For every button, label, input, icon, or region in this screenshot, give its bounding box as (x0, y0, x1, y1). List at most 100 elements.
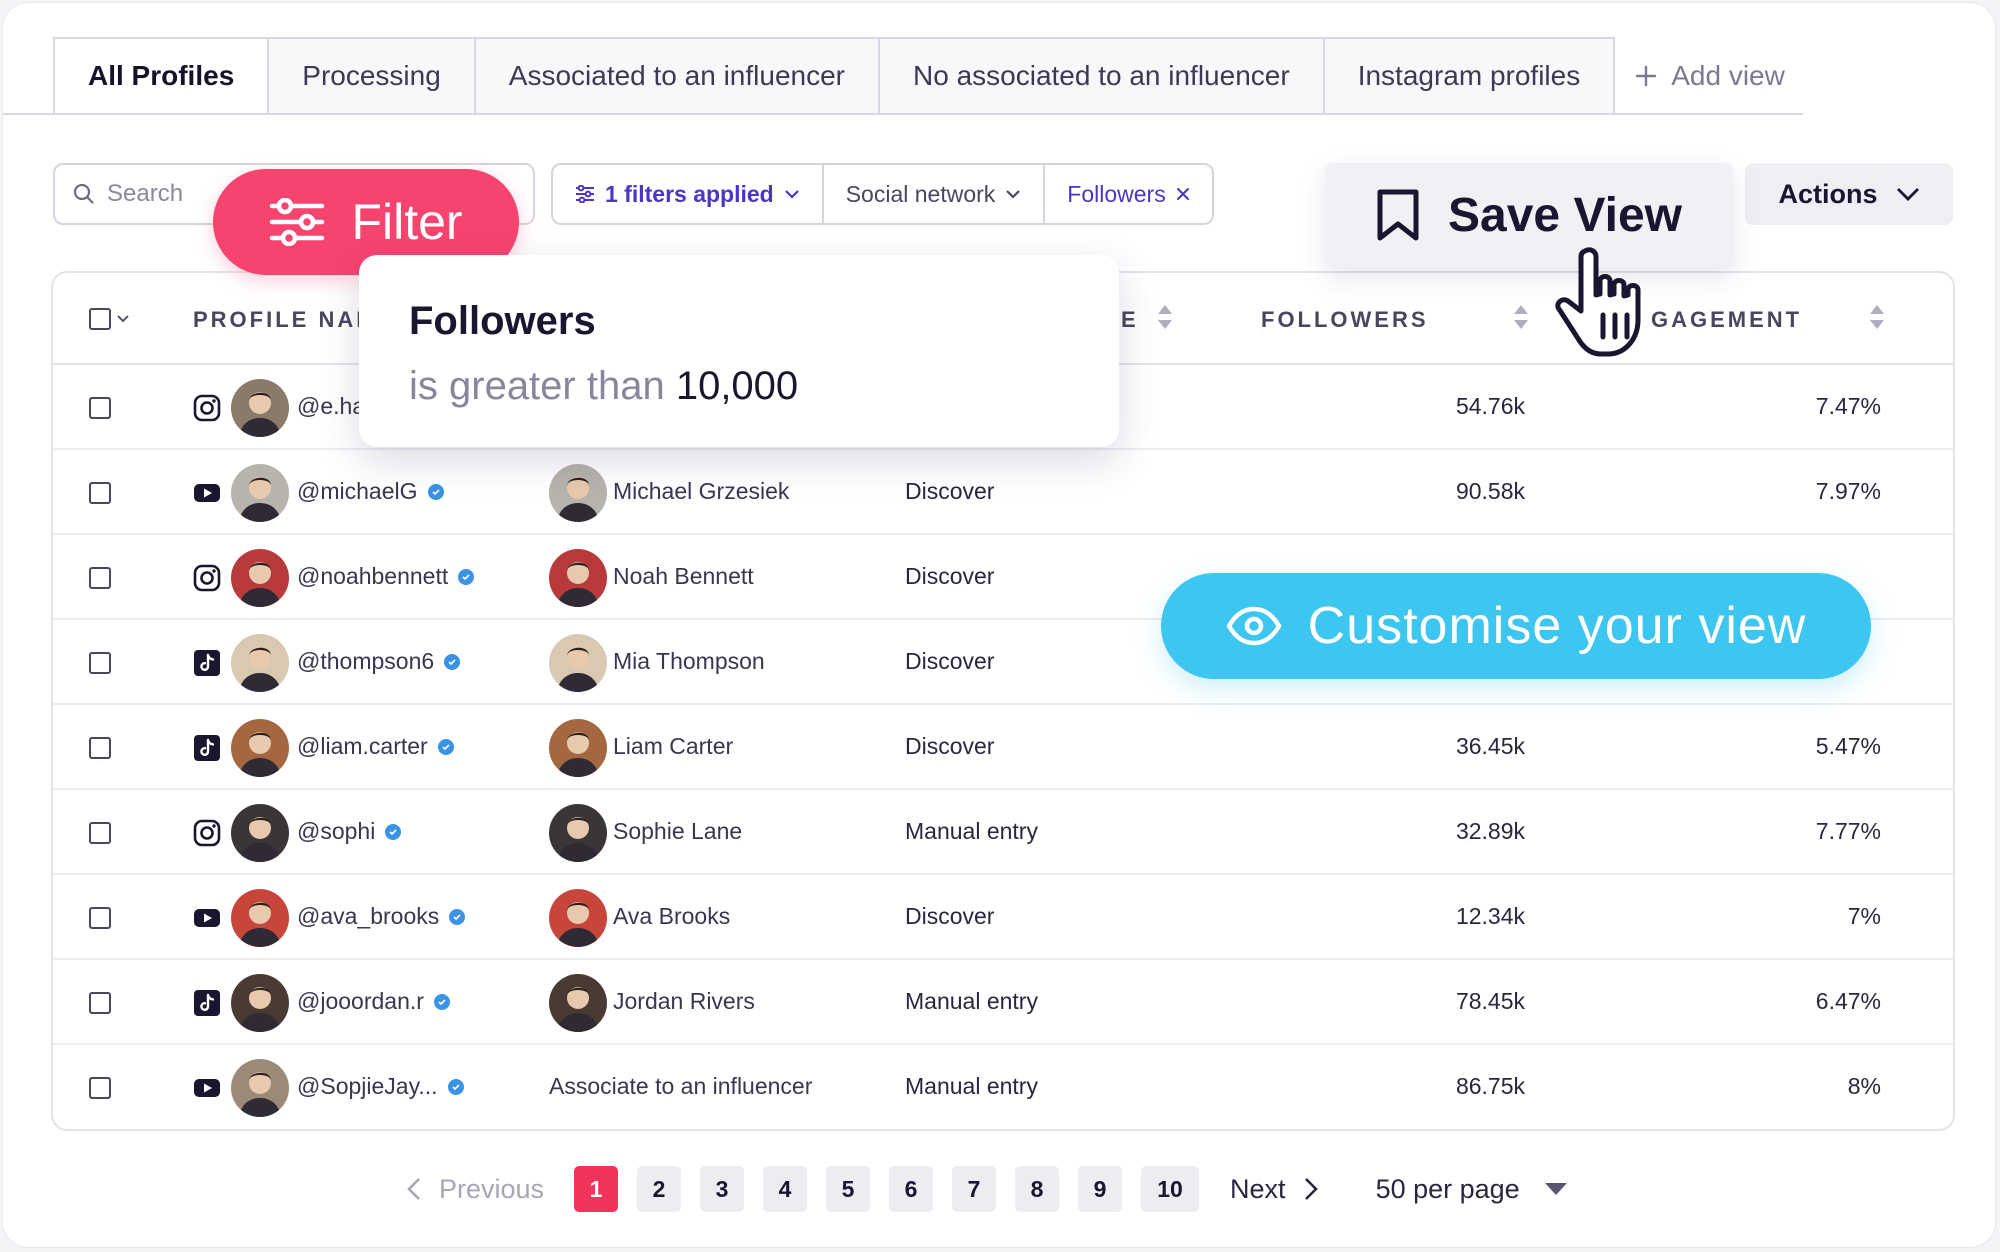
verified-badge-icon (444, 653, 461, 670)
tab-instagram-profiles[interactable]: Instagram profiles (1324, 37, 1616, 115)
influencer-name[interactable]: Associate to an influencer (549, 1073, 812, 1100)
row-checkbox[interactable] (89, 737, 111, 759)
table-row[interactable]: @SopjieJay... Associate to an influencer M… (53, 1045, 1953, 1129)
page-button[interactable]: 3 (700, 1166, 745, 1212)
column-engagement[interactable]: GAGEMENT (1651, 307, 1802, 333)
row-checkbox[interactable] (89, 822, 111, 844)
column-followers[interactable]: FOLLOWERS (1261, 307, 1429, 333)
influencer-name[interactable]: Jordan Rivers (613, 988, 755, 1015)
table-row[interactable]: @liam.carter Liam Carter Discover 36.45k 5.4… (53, 705, 1953, 790)
sort-icon[interactable] (1513, 303, 1529, 331)
social-network-label: Social network (845, 180, 996, 207)
close-icon[interactable] (1176, 187, 1190, 201)
handle-text: @sophi (297, 818, 376, 844)
verified-badge-icon (437, 738, 454, 755)
engagement-cell: 8% (1847, 1073, 1881, 1099)
select-all-checkbox[interactable] (89, 308, 111, 330)
popover-condition: is greater than 10,000 (409, 364, 1069, 409)
page-button[interactable]: 5 (826, 1166, 871, 1212)
next-page-button[interactable]: Next (1230, 1174, 1318, 1205)
influencer-name[interactable]: Liam Carter (613, 733, 733, 760)
profile-handle[interactable]: @thompson6 (297, 648, 461, 675)
table-row[interactable]: @michaelG Michael Grzesiek Discover 90.58k 7… (53, 450, 1953, 535)
influencer-name[interactable]: Mia Thompson (613, 648, 765, 675)
profile-handle[interactable]: @SopjieJay... (297, 1073, 464, 1100)
actions-dropdown[interactable]: Actions (1745, 163, 1953, 225)
app-window: All Profiles Processing Associated to an… (2, 2, 1996, 1248)
youtube-icon (194, 1079, 220, 1097)
add-view-button[interactable]: Add view (1615, 37, 1805, 115)
profile-handle[interactable]: @noahbennett (297, 563, 475, 590)
row-checkbox[interactable] (89, 397, 111, 419)
save-view-button[interactable]: Save View (1325, 163, 1733, 267)
handle-text: @thompson6 (297, 648, 435, 674)
followers-filter-chip[interactable]: Followers (1045, 165, 1211, 223)
profile-handle[interactable]: @michaelG (297, 478, 444, 505)
source-cell: Discover (905, 478, 995, 504)
profile-handle[interactable]: @jooordan.r (297, 988, 450, 1015)
instagram-icon (193, 819, 221, 847)
page-button[interactable]: 6 (889, 1166, 934, 1212)
table-row[interactable]: @jooordan.r Jordan Rivers Manual entry 78.4… (53, 960, 1953, 1045)
influencer-avatar (549, 889, 607, 947)
tab-divider (3, 113, 1803, 115)
page-button[interactable]: 7 (952, 1166, 997, 1212)
instagram-icon (193, 394, 221, 422)
actions-label: Actions (1778, 178, 1878, 209)
influencer-name[interactable]: Ava Brooks (613, 903, 730, 930)
chevron-left-icon (407, 1178, 420, 1200)
previous-page-button[interactable]: Previous (407, 1174, 544, 1205)
profile-handle[interactable]: @e.ha (297, 393, 365, 420)
tiktok-icon (194, 650, 220, 676)
page-button[interactable]: 10 (1141, 1166, 1200, 1212)
row-checkbox[interactable] (89, 992, 111, 1014)
page-button[interactable]: 9 (1078, 1166, 1123, 1212)
instagram-icon (193, 564, 221, 592)
page-button[interactable]: 1 (574, 1166, 619, 1212)
followers-filter-popover: Followers is greater than 10,000 (359, 255, 1119, 447)
chevron-down-icon[interactable] (117, 315, 129, 323)
handle-text: @e.ha (297, 393, 366, 419)
influencer-name[interactable]: Michael Grzesiek (613, 478, 789, 505)
tab-processing[interactable]: Processing (269, 37, 476, 115)
profile-handle[interactable]: @liam.carter (297, 733, 454, 760)
column-profile-name[interactable]: PROFILE NAM (193, 307, 378, 333)
page-button[interactable]: 4 (763, 1166, 808, 1212)
influencer-avatar (549, 719, 607, 777)
followers-cell: 32.89k (1455, 818, 1525, 844)
table-row[interactable]: @ava_brooks Ava Brooks Discover 12.34k 7% (53, 875, 1953, 960)
customise-view-label: Customise your view (1307, 597, 1807, 655)
youtube-icon (194, 909, 220, 927)
sort-icon[interactable] (1869, 303, 1885, 331)
per-page-select[interactable]: 50 per page (1376, 1174, 1568, 1205)
eye-icon (1226, 606, 1281, 646)
influencer-name[interactable]: Noah Bennett (613, 563, 754, 590)
per-page-label: 50 per page (1375, 1173, 1520, 1204)
popover-title: Followers (409, 299, 596, 343)
row-checkbox[interactable] (89, 482, 111, 504)
tiktok-icon (194, 735, 220, 761)
row-checkbox[interactable] (89, 1077, 111, 1099)
page-button[interactable]: 8 (1015, 1166, 1060, 1212)
profile-handle[interactable]: @sophi (297, 818, 402, 845)
sort-icon[interactable] (1157, 303, 1173, 331)
filters-applied-dropdown[interactable]: 1 filters applied (553, 165, 824, 223)
tab-all-profiles[interactable]: All Profiles (53, 37, 270, 115)
row-checkbox[interactable] (89, 567, 111, 589)
row-checkbox[interactable] (89, 907, 111, 929)
table-row[interactable]: @sophi Sophie Lane Manual entry 32.89k 7.77% (53, 790, 1953, 875)
verified-badge-icon (458, 568, 475, 585)
social-network-dropdown[interactable]: Social network (824, 165, 1046, 223)
handle-text: @jooordan.r (297, 988, 424, 1014)
row-checkbox[interactable] (89, 652, 111, 674)
column-source[interactable]: E (1121, 307, 1139, 333)
source-cell: Manual entry (905, 1073, 1038, 1099)
save-view-label: Save View (1448, 188, 1682, 242)
tab-not-associated[interactable]: No associated to an influencer (880, 37, 1325, 115)
page-button[interactable]: 2 (637, 1166, 682, 1212)
tab-associated[interactable]: Associated to an influencer (475, 37, 880, 115)
profile-handle[interactable]: @ava_brooks (297, 903, 466, 930)
influencer-name[interactable]: Sophie Lane (613, 818, 742, 845)
hand-pointer-icon (1555, 247, 1641, 357)
add-view-label: Add view (1671, 60, 1785, 91)
